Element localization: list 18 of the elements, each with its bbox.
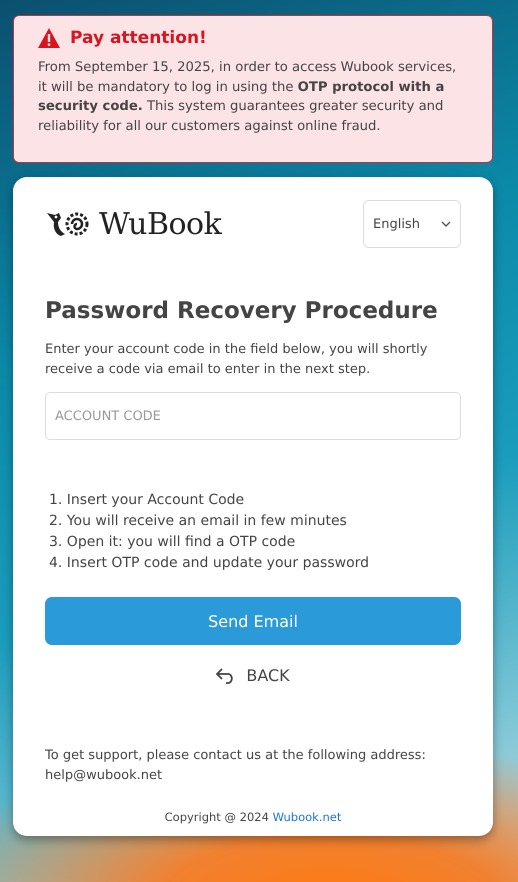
step-text: 1. Insert your Account Code [49,491,246,510]
step-text: 3. Open it: you will find a OTP code [49,533,296,552]
account-code-field[interactable]: ACCOUNT CODE [45,392,461,440]
alert-title: Pay attention! [70,28,207,48]
back-button[interactable]: BACK [216,666,290,685]
step-text: 4. Insert OTP code and update your password [49,554,370,573]
logo-text: WuBook [99,206,222,242]
step-text: 2. You will receive an email in few minutes [49,512,348,531]
alert-text: From September 15, 2025, in order to access Wubook services, it will be mandatory to log in using the OTP protocol with a security code. This system guarantees greater security and reliability for all our customers against online fraud. [38,59,458,136]
instructions-text: Enter your account code in the field below, you will shortly receive a code via email to enter in the next step. [45,341,428,378]
chevron-down-icon [441,221,451,227]
copyright-text: Copyright @ 2024 Wubook.net [164,810,342,824]
logo-icon [45,210,91,238]
page-title: Password Recovery Procedure [45,298,439,324]
wubook-link[interactable]: Wubook.net [272,810,342,824]
language-select[interactable]: English [363,200,461,248]
support-text: To get support, please contact us at the following address: help@wubook.net [45,747,427,784]
warning-icon [38,28,60,48]
